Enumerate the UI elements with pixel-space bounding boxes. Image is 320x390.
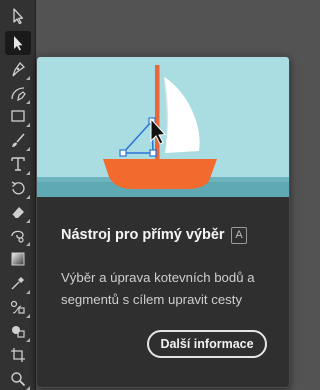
zoom-tool-icon	[11, 372, 26, 387]
gradient-tool-icon	[11, 252, 25, 266]
tool-group-indicator	[26, 242, 30, 246]
zoom-tool[interactable]	[5, 367, 31, 390]
anchor-point	[149, 149, 157, 157]
selection-tool[interactable]	[5, 4, 31, 28]
type-tool[interactable]	[5, 152, 31, 176]
curvature-tool-icon	[11, 87, 26, 102]
sailboat-illustration	[37, 57, 289, 197]
blend-tool[interactable]	[5, 295, 31, 319]
artboard-tool-icon	[11, 348, 25, 362]
pen-tool[interactable]	[5, 57, 31, 81]
rectangle-tool[interactable]	[5, 104, 31, 128]
tooltip-title: Nástroj pro přímý výběr	[61, 227, 225, 243]
anchor-point	[119, 149, 127, 157]
blend-tool-icon	[10, 300, 25, 314]
direct-selection-tool-icon	[14, 36, 23, 51]
rotate-tool[interactable]	[5, 176, 31, 200]
pen-tool-icon	[12, 61, 26, 77]
tool-tooltip: Nástroj pro přímý výběr A Výběr a úprava…	[36, 56, 290, 388]
tool-group-indicator	[26, 76, 30, 80]
tooltip-description: Výběr a úprava kotevních bodů a segmentů…	[61, 270, 255, 307]
artboard-tool[interactable]	[5, 343, 31, 367]
warp-tool[interactable]	[5, 223, 31, 247]
tool-group-indicator	[26, 171, 30, 175]
warp-tool-icon	[11, 230, 24, 243]
hull-shape	[103, 159, 217, 189]
shape-builder-tool[interactable]	[5, 319, 31, 343]
eraser-tool-icon	[11, 207, 24, 219]
tool-group-indicator	[26, 314, 30, 318]
mast-shape	[155, 65, 160, 161]
tool-group-indicator	[26, 147, 30, 151]
tool-group-indicator	[26, 123, 30, 127]
tool-group-indicator	[26, 195, 30, 199]
eraser-tool[interactable]	[5, 200, 31, 224]
eyedropper-tool[interactable]	[5, 271, 31, 295]
type-tool-icon	[11, 157, 25, 171]
keyboard-shortcut-badge: A	[231, 227, 247, 244]
gradient-tool[interactable]	[5, 247, 31, 271]
tool-group-indicator	[26, 338, 30, 342]
tools-panel	[0, 0, 36, 390]
direct-selection-tool[interactable]	[5, 31, 31, 55]
tool-group-indicator	[26, 290, 30, 294]
paintbrush-tool[interactable]	[5, 128, 31, 152]
paintbrush-tool-icon	[12, 133, 25, 147]
tool-group-indicator	[26, 386, 30, 390]
selection-tool-icon	[13, 8, 24, 25]
rectangle-tool-icon	[11, 110, 25, 122]
eyedropper-tool-icon	[11, 277, 24, 290]
rotate-tool-icon	[11, 181, 25, 195]
learn-more-button[interactable]: Další informace	[147, 330, 267, 358]
shape-builder-tool-icon	[12, 326, 25, 338]
curvature-tool[interactable]	[5, 81, 31, 105]
